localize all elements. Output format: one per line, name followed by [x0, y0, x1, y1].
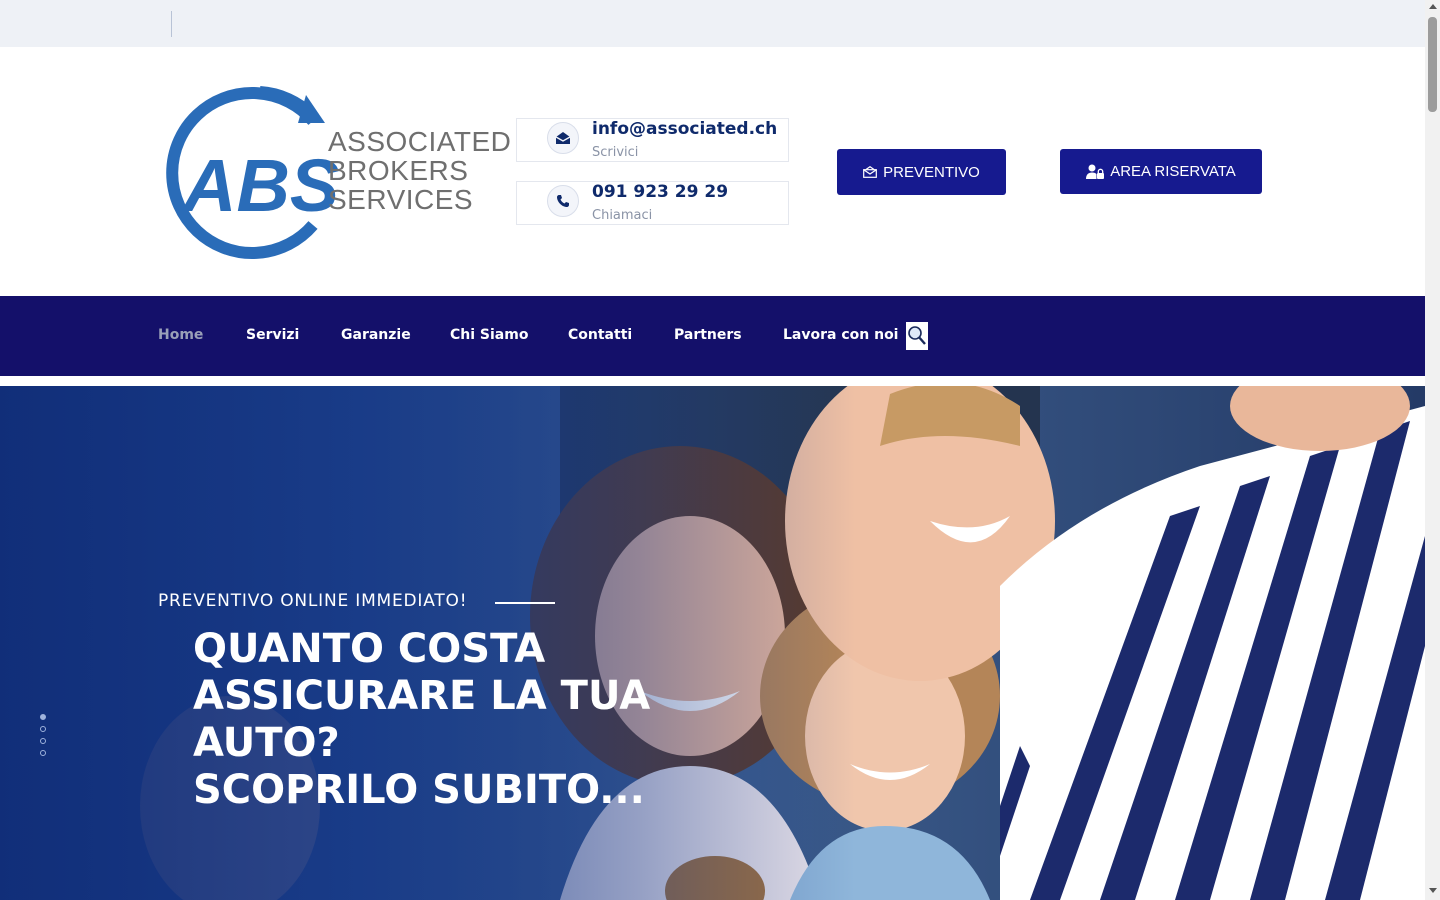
- hero-headline-line-2: ASSICURARE LA TUA: [193, 673, 651, 719]
- area-riservata-button[interactable]: AREA RISERVATA: [1060, 149, 1262, 194]
- scrollbar-thumb[interactable]: [1428, 17, 1437, 112]
- hero-headline-line-3: AUTO?: [193, 720, 340, 766]
- logo-initials: ABS: [181, 144, 339, 227]
- email-address[interactable]: info@associated.ch: [592, 119, 777, 139]
- main-navigation: Home Servizi Garanzie Chi Siamo Contatti…: [0, 296, 1425, 376]
- search-button[interactable]: [906, 322, 928, 350]
- slider-dot-1[interactable]: [40, 714, 46, 720]
- hero-headline-line-1: QUANTO COSTA: [193, 626, 546, 672]
- slider-dot-4[interactable]: [40, 750, 46, 756]
- nav-item-partners[interactable]: Partners: [674, 327, 742, 343]
- phone-number[interactable]: 091 923 29 29: [592, 182, 728, 202]
- scroll-up-arrow-icon[interactable]: [1429, 4, 1437, 9]
- slider-dot-3[interactable]: [40, 738, 46, 744]
- hero-kicker-line: [495, 602, 555, 604]
- email-contact[interactable]: info@associated.ch Scrivici: [516, 118, 789, 162]
- envelope-outline-icon: [863, 166, 878, 178]
- vertical-scrollbar[interactable]: [1425, 0, 1440, 900]
- nav-spacer: [0, 376, 1425, 386]
- search-icon: [908, 326, 926, 345]
- nav-item-chi-siamo[interactable]: Chi Siamo: [450, 327, 528, 343]
- scroll-down-arrow-icon[interactable]: [1429, 888, 1437, 893]
- nav-item-garanzie[interactable]: Garanzie: [341, 327, 411, 343]
- envelope-icon: [547, 122, 579, 154]
- hero-headline-line-4: SCOPRILO SUBITO...: [193, 767, 645, 813]
- content: ABS ASSOCIATED BROKERS SERVICES info@ass…: [0, 0, 1425, 900]
- nav-item-servizi[interactable]: Servizi: [246, 327, 299, 343]
- email-caption: Scrivici: [592, 145, 639, 160]
- page: ABS ASSOCIATED BROKERS SERVICES info@ass…: [0, 0, 1440, 900]
- phone-contact[interactable]: 091 923 29 29 Chiamaci: [516, 181, 789, 225]
- nav-item-lavora-con-noi[interactable]: Lavora con noi: [783, 327, 898, 343]
- preventivo-label: PREVENTIVO: [883, 163, 980, 181]
- site-header: ABS ASSOCIATED BROKERS SERVICES info@ass…: [0, 47, 1425, 296]
- hero-slider[interactable]: PREVENTIVO ONLINE IMMEDIATO! QUANTO COST…: [0, 386, 1425, 900]
- area-riservata-label: AREA RISERVATA: [1110, 163, 1236, 180]
- nav-item-home[interactable]: Home: [158, 327, 203, 343]
- slider-dot-2[interactable]: [40, 726, 46, 732]
- top-bar-divider: [171, 11, 172, 37]
- phone-caption: Chiamaci: [592, 208, 653, 223]
- user-lock-icon: [1086, 164, 1105, 179]
- nav-item-contatti[interactable]: Contatti: [568, 327, 632, 343]
- phone-icon: [547, 185, 579, 217]
- top-bar: [0, 0, 1425, 47]
- logo-line-3: SERVICES: [328, 184, 474, 215]
- slider-pagination: [40, 714, 46, 762]
- logo-wordmark: ASSOCIATED BROKERS SERVICES: [328, 127, 511, 214]
- logo-line-1: ASSOCIATED: [328, 126, 512, 157]
- hero-headline: QUANTO COSTA ASSICURARE LA TUA AUTO? SCO…: [193, 626, 663, 814]
- logo-line-2: BROKERS: [328, 155, 469, 186]
- preventivo-button[interactable]: PREVENTIVO: [837, 149, 1006, 195]
- hero-kicker: PREVENTIVO ONLINE IMMEDIATO!: [158, 591, 468, 611]
